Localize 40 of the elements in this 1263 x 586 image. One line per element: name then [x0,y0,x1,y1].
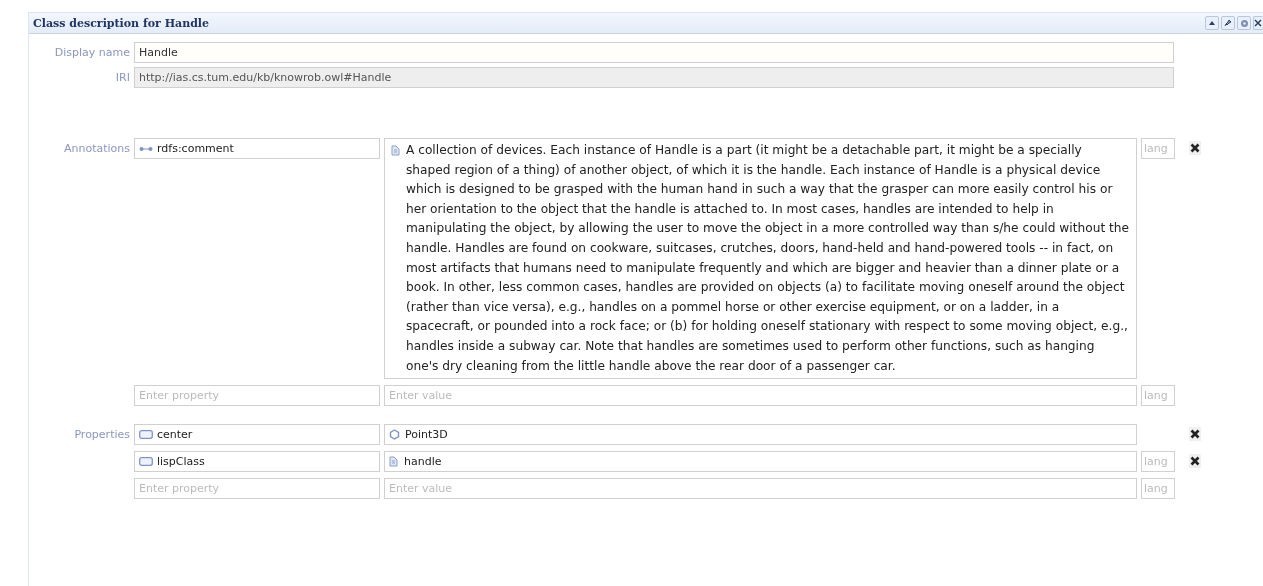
display-name-field[interactable]: Handle [134,42,1174,63]
pin-icon [1224,19,1232,27]
property-field[interactable]: lispClass [134,451,380,473]
lang-field[interactable]: lang [1141,451,1175,473]
delete-button[interactable] [1189,141,1201,155]
close-icon [1254,19,1262,27]
value-input[interactable]: Enter value [384,385,1137,407]
delete-button[interactable] [1189,454,1201,469]
value-field[interactable]: handle [384,451,1137,473]
panel-title: Class description for Handle [33,16,210,30]
property-icon [139,457,153,467]
pin-button[interactable] [1221,16,1235,30]
value-input[interactable]: Enter value [384,478,1137,500]
delete-button[interactable] [1189,427,1201,442]
section-label: Annotations [62,141,130,155]
up-icon [1208,19,1216,27]
close-icon [1190,143,1200,153]
section-label: Properties [73,427,130,442]
value-field[interactable]: Point3D [384,424,1137,446]
field-label: Display name [53,46,130,59]
property-input[interactable]: Enter property [134,385,380,407]
gear-icon [1239,18,1249,28]
property-input[interactable]: Enter property [134,478,380,500]
close-icon [1190,456,1200,467]
value-field[interactable]: A collection of devices. Each instance of Handle is a part (it might be a detachable part, it might be a specially shaped region of a thing) of another object, of which it is the handle. Each instance of Handle is a physical device which is designed to be grasped with the human hand in such a way that the grasper can more easily control his or her orientation to the object that the handle is attached to. In most cases, handles are intended to help in manipulating the object, by allowing the user to move the object in a more controlled way than s/he could without the handle. Handles are found on cookware, suitcases, crutches, doors, hand-held and hand-powered tools -- in fact, on most artifacts that humans need to manipulate frequently and which are bigger and heavier than a dinner plate or a book. In other, less common cases, handles are provided on objects (a) to facilitate moving oneself around the object (rather than vice versa), e.g., handles on a pommel horse or other exercise equipment, or on a ladder, in a spacecraft, or pounded into a rock face; or (b) for holding oneself stationary with respect to some moving object, e.g., handles inside a subway car. Note that handles are sometimes used to perform other functions, such as hanging one's dry cleaning from the little handle above the rear door of a passenger car. [384,138,1137,380]
collapse-button[interactable] [1205,16,1219,30]
individual-icon [389,429,400,441]
lang-field[interactable]: lang [1141,478,1175,500]
property-field[interactable]: center [134,424,380,446]
close-button[interactable] [1253,16,1263,30]
property-icon [139,430,153,440]
iri-field[interactable]: http://ias.cs.tum.edu/kb/knowrob.owl#Handle [134,67,1174,88]
lang-field[interactable]: lang [1141,385,1175,407]
lang-field[interactable]: lang [1141,138,1175,159]
field-label: IRI [114,71,130,84]
literal-icon [391,145,401,156]
annotation-property-icon [139,145,153,152]
close-icon [1190,429,1200,440]
property-field[interactable]: rdfs:comment [134,138,380,159]
literal-icon [389,456,399,468]
